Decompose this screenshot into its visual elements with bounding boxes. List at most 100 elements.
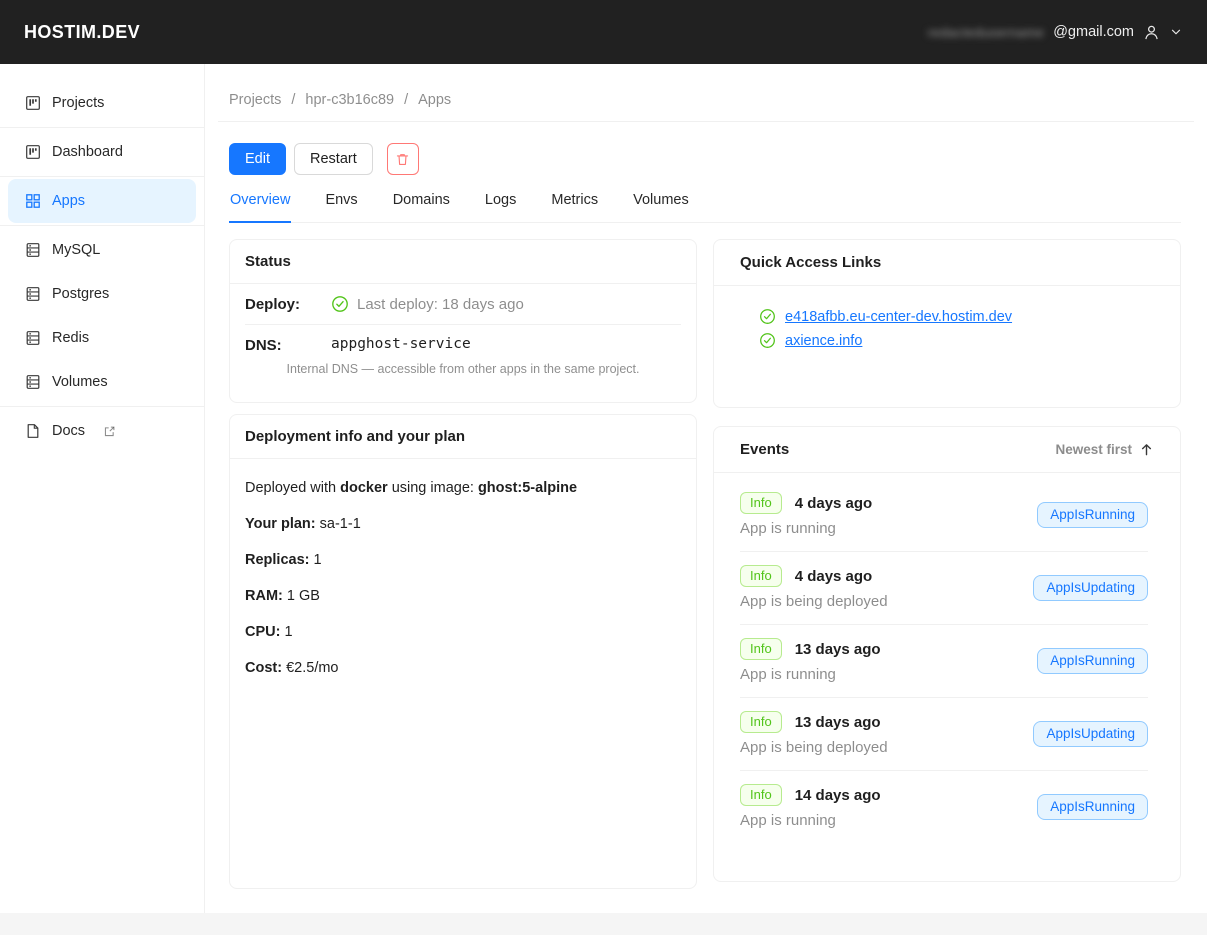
- sidebar-item-label: Volumes: [52, 374, 108, 390]
- row-value: 1: [284, 624, 292, 640]
- event-time: 13 days ago: [795, 714, 881, 731]
- sidebar-item-mysql[interactable]: MySQL: [8, 228, 196, 272]
- deployment-card-header: Deployment info and your plan: [230, 415, 696, 459]
- app-url-link[interactable]: e418afbb.eu-center-dev.hostim.dev: [785, 309, 1012, 325]
- sidebar-item-volumes[interactable]: Volumes: [8, 360, 196, 404]
- event-row: Info 13 days ago App is running AppIsRun…: [740, 625, 1148, 698]
- event-description: App is running: [740, 812, 881, 829]
- account-menu[interactable]: redactedusername @gmail.com: [928, 24, 1183, 41]
- divider: [0, 176, 204, 177]
- top-header: HOSTIM.DEV redactedusername @gmail.com: [0, 0, 1207, 64]
- level-badge: Info: [740, 638, 782, 660]
- custom-domain-link[interactable]: axience.info: [785, 333, 862, 349]
- breadcrumb: Projects / hpr-c3b16c89 / Apps: [229, 64, 1181, 108]
- check-circle-icon: [759, 308, 776, 325]
- tab-envs[interactable]: Envs: [324, 185, 358, 222]
- text: using image:: [392, 480, 474, 496]
- sidebar-item-dashboard[interactable]: Dashboard: [8, 130, 196, 174]
- sidebar-item-label: Apps: [52, 193, 85, 209]
- event-time: 14 days ago: [795, 787, 881, 804]
- event-description: App is being deployed: [740, 593, 888, 610]
- restart-button[interactable]: Restart: [294, 143, 373, 175]
- sort-toggle[interactable]: Newest first: [1055, 442, 1154, 457]
- divider: [0, 406, 204, 407]
- project-icon: [25, 95, 41, 111]
- quick-access-link-row: e418afbb.eu-center-dev.hostim.dev: [759, 308, 1154, 325]
- row-label: Cost:: [245, 660, 282, 676]
- sidebar-item-label: Dashboard: [52, 144, 123, 160]
- delete-button[interactable]: [387, 143, 419, 175]
- events-card-header: Events Newest first: [714, 427, 1180, 473]
- row-value: sa-1-1: [320, 516, 361, 532]
- divider: [218, 121, 1194, 122]
- row-label: RAM:: [245, 588, 283, 604]
- breadcrumb-separator: /: [404, 92, 408, 108]
- tab-overview[interactable]: Overview: [229, 185, 291, 223]
- main-content: Projects / hpr-c3b16c89 / Apps Edit Rest…: [205, 64, 1207, 913]
- breadcrumb-project-id[interactable]: hpr-c3b16c89: [305, 92, 394, 108]
- ram-row: RAM: 1 GB: [245, 587, 681, 607]
- dns-hint: Internal DNS — accessible from other app…: [245, 362, 681, 376]
- deployment-card: Deployment info and your plan Deployed w…: [229, 414, 697, 889]
- event-description: App is being deployed: [740, 739, 888, 756]
- quick-access-card: Quick Access Links e418afbb.eu-center-de…: [713, 239, 1181, 408]
- status-badge: AppIsRunning: [1037, 502, 1148, 528]
- replicas-row: Replicas: 1: [245, 551, 681, 571]
- file-icon: [25, 423, 41, 439]
- card-title: Events: [740, 441, 789, 458]
- event-time: 4 days ago: [795, 568, 873, 585]
- sidebar-item-docs[interactable]: Docs: [8, 409, 196, 453]
- card-title: Quick Access Links: [740, 254, 881, 271]
- sidebar-item-label: Projects: [52, 95, 104, 111]
- user-icon: [1143, 24, 1160, 41]
- sidebar-item-apps[interactable]: Apps: [8, 179, 196, 223]
- card-title: Status: [245, 253, 291, 270]
- text: Deployed with: [245, 480, 336, 496]
- row-label: Your plan:: [245, 516, 316, 532]
- deploy-row: Deploy: Last deploy: 18 days ago: [245, 284, 681, 325]
- database-icon: [25, 330, 41, 346]
- arrow-up-icon: [1139, 442, 1154, 457]
- row-value: 1 GB: [287, 588, 320, 604]
- row-label: CPU:: [245, 624, 280, 640]
- sidebar-item-postgres[interactable]: Postgres: [8, 272, 196, 316]
- deploy-method: docker: [340, 480, 388, 496]
- sidebar-item-redis[interactable]: Redis: [8, 316, 196, 360]
- email-redacted: redactedusername: [928, 25, 1044, 40]
- page-footer: [0, 913, 1207, 935]
- trash-icon: [395, 152, 410, 167]
- sidebar-item-projects[interactable]: Projects: [8, 81, 196, 125]
- toolbar: Edit Restart: [229, 143, 1181, 175]
- appstore-icon: [25, 193, 41, 209]
- tab-volumes[interactable]: Volumes: [632, 185, 690, 222]
- row-value: 1: [314, 552, 322, 568]
- check-circle-icon: [331, 295, 349, 313]
- image-name: ghost:5-alpine: [478, 480, 577, 496]
- edit-button[interactable]: Edit: [229, 143, 286, 175]
- breadcrumb-projects[interactable]: Projects: [229, 92, 281, 108]
- event-description: App is running: [740, 520, 872, 537]
- tab-bar: Overview Envs Domains Logs Metrics Volum…: [229, 185, 1181, 223]
- app-logo: HOSTIM.DEV: [24, 22, 140, 43]
- status-badge: AppIsRunning: [1037, 648, 1148, 674]
- sidebar-item-label: Postgres: [52, 286, 109, 302]
- sidebar-item-label: Docs: [52, 423, 85, 439]
- tab-domains[interactable]: Domains: [392, 185, 451, 222]
- database-icon: [25, 374, 41, 390]
- quick-access-card-header: Quick Access Links: [714, 240, 1180, 286]
- event-row: Info 14 days ago App is running AppIsRun…: [740, 771, 1148, 843]
- level-badge: Info: [740, 784, 782, 806]
- deployed-with-line: Deployed with docker using image: ghost:…: [245, 479, 681, 499]
- tab-metrics[interactable]: Metrics: [550, 185, 599, 222]
- status-badge: AppIsUpdating: [1033, 575, 1148, 601]
- tab-logs[interactable]: Logs: [484, 185, 517, 222]
- card-title: Deployment info and your plan: [245, 428, 465, 445]
- status-card: Status Deploy: Last deploy: 18 days ago …: [229, 239, 697, 403]
- row-label: Replicas:: [245, 552, 309, 568]
- cost-row: Cost: €2.5/mo: [245, 659, 681, 679]
- cpu-row: CPU: 1: [245, 623, 681, 643]
- level-badge: Info: [740, 565, 782, 587]
- deploy-value: Last deploy: 18 days ago: [357, 296, 524, 313]
- database-icon: [25, 286, 41, 302]
- dns-row: DNS: appghost-service Internal DNS — acc…: [245, 325, 681, 387]
